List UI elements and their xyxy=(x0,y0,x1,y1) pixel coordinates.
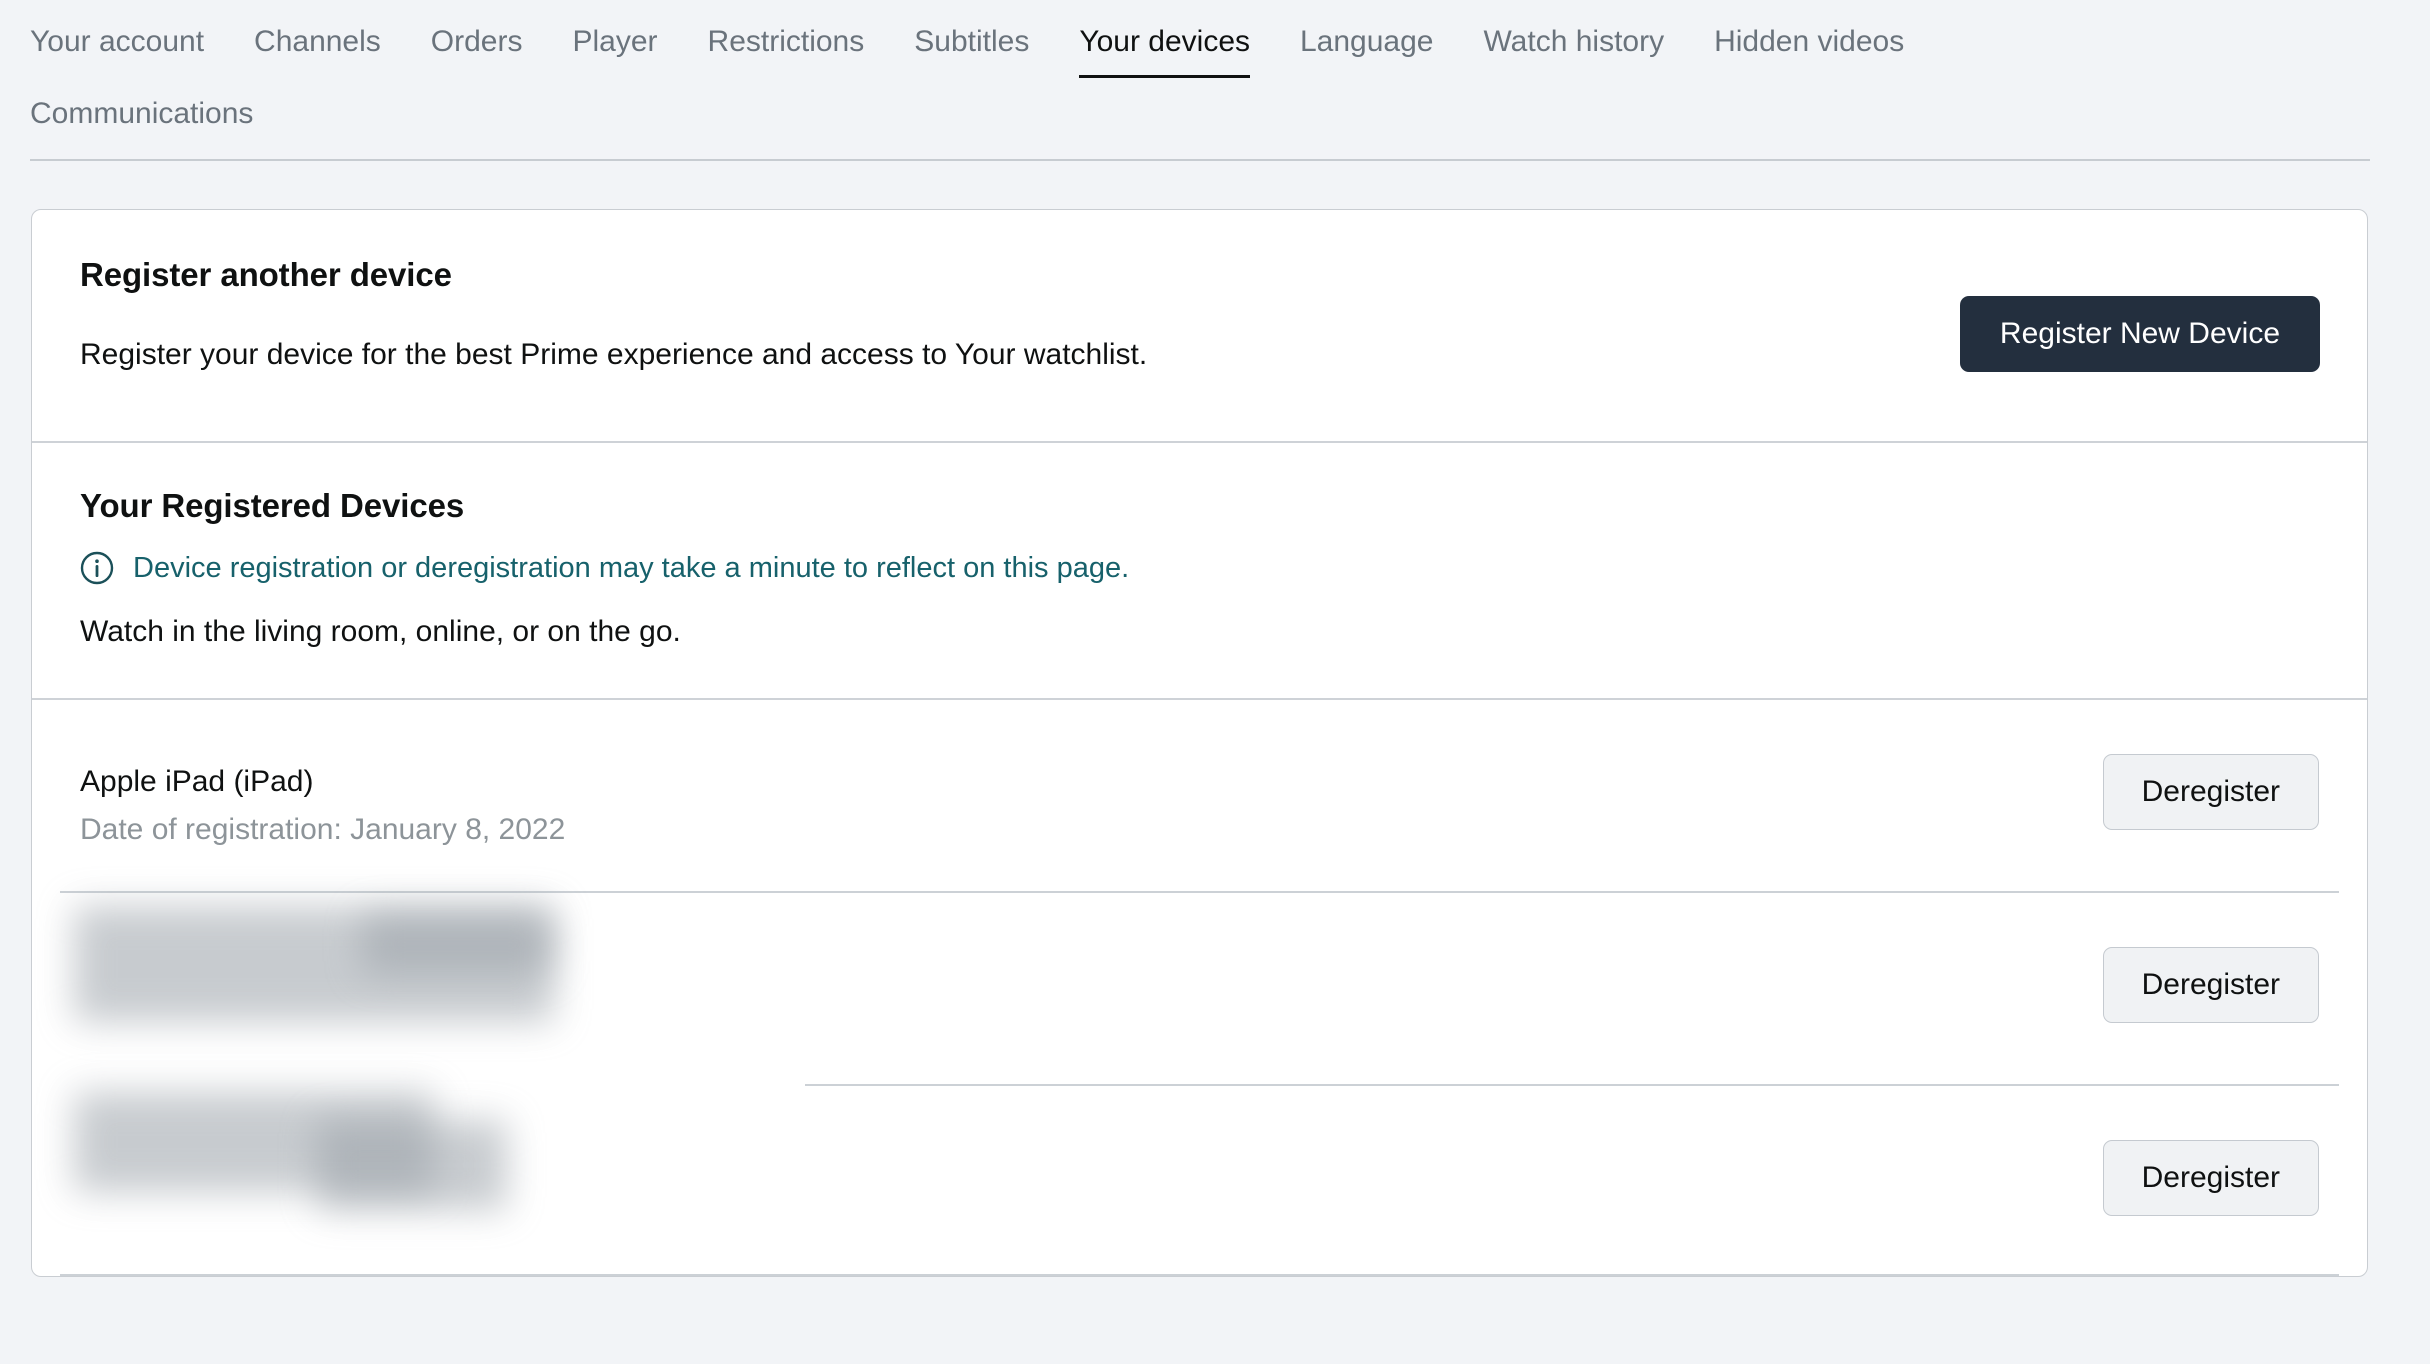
registration-delay-notice: Device registration or deregistration ma… xyxy=(80,550,2319,586)
register-new-device-button[interactable]: Register New Device xyxy=(1959,296,2320,372)
deregister-button-wrapper: Deregister xyxy=(2102,947,2319,1023)
nav-tab-orders[interactable]: Orders xyxy=(431,22,523,72)
register-section-title: Register another device xyxy=(80,256,452,293)
settings-tab-nav: Your account Channels Orders Player Restrict… xyxy=(0,0,2430,144)
deregister-button[interactable]: Deregister xyxy=(2102,754,2319,830)
deregister-button-wrapper: Deregister xyxy=(2102,754,2319,830)
nav-tab-channels[interactable]: Channels xyxy=(254,22,381,72)
nav-tab-player[interactable]: Player xyxy=(572,22,657,72)
registered-devices-header-section: Your Registered Devices Device registrat… xyxy=(32,441,2367,698)
register-another-device-section: Register another device Register your de… xyxy=(32,210,2367,441)
nav-tab-restrictions[interactable]: Restrictions xyxy=(708,22,865,72)
device-name: Apple iPad (iPad) xyxy=(80,765,314,798)
registered-devices-subtitle: Watch in the living room, online, or on … xyxy=(80,615,681,648)
device-row: Apple iPad (iPad) Date of registration: J… xyxy=(32,700,2367,893)
registered-devices-list: Apple iPad (iPad) Date of registration: J… xyxy=(32,698,2367,1276)
device-info: Apple iPad (iPad) Date of registration: J… xyxy=(80,762,565,850)
nav-tab-list: Your account Channels Orders Player Restrict… xyxy=(0,0,2430,144)
device-registration-date: Date of registration: January 8, 2022 xyxy=(80,813,566,846)
nav-tab-communications[interactable]: Communications xyxy=(30,94,2350,144)
device-row: Deregister xyxy=(32,1086,2367,1276)
nav-tab-hidden-videos[interactable]: Hidden videos xyxy=(1714,22,1904,72)
registration-delay-notice-text: Device registration or deregistration ma… xyxy=(133,552,1130,584)
nav-tab-your-account[interactable]: Your account xyxy=(30,22,204,72)
nav-tab-your-devices[interactable]: Your devices xyxy=(1079,22,1250,78)
deregister-button[interactable]: Deregister xyxy=(2102,1140,2319,1216)
info-circle-icon xyxy=(80,551,114,585)
registered-devices-title: Your Registered Devices xyxy=(80,487,465,524)
nav-tab-language[interactable]: Language xyxy=(1300,22,1433,72)
your-devices-card: Register another device Register your de… xyxy=(31,209,2368,1277)
nav-tab-subtitles[interactable]: Subtitles xyxy=(914,22,1029,72)
deregister-button[interactable]: Deregister xyxy=(2102,947,2319,1023)
nav-bottom-divider xyxy=(30,159,2370,161)
device-row: Deregister xyxy=(32,893,2367,1086)
nav-tab-watch-history[interactable]: Watch history xyxy=(1483,22,1664,72)
deregister-button-wrapper: Deregister xyxy=(2102,1140,2319,1216)
